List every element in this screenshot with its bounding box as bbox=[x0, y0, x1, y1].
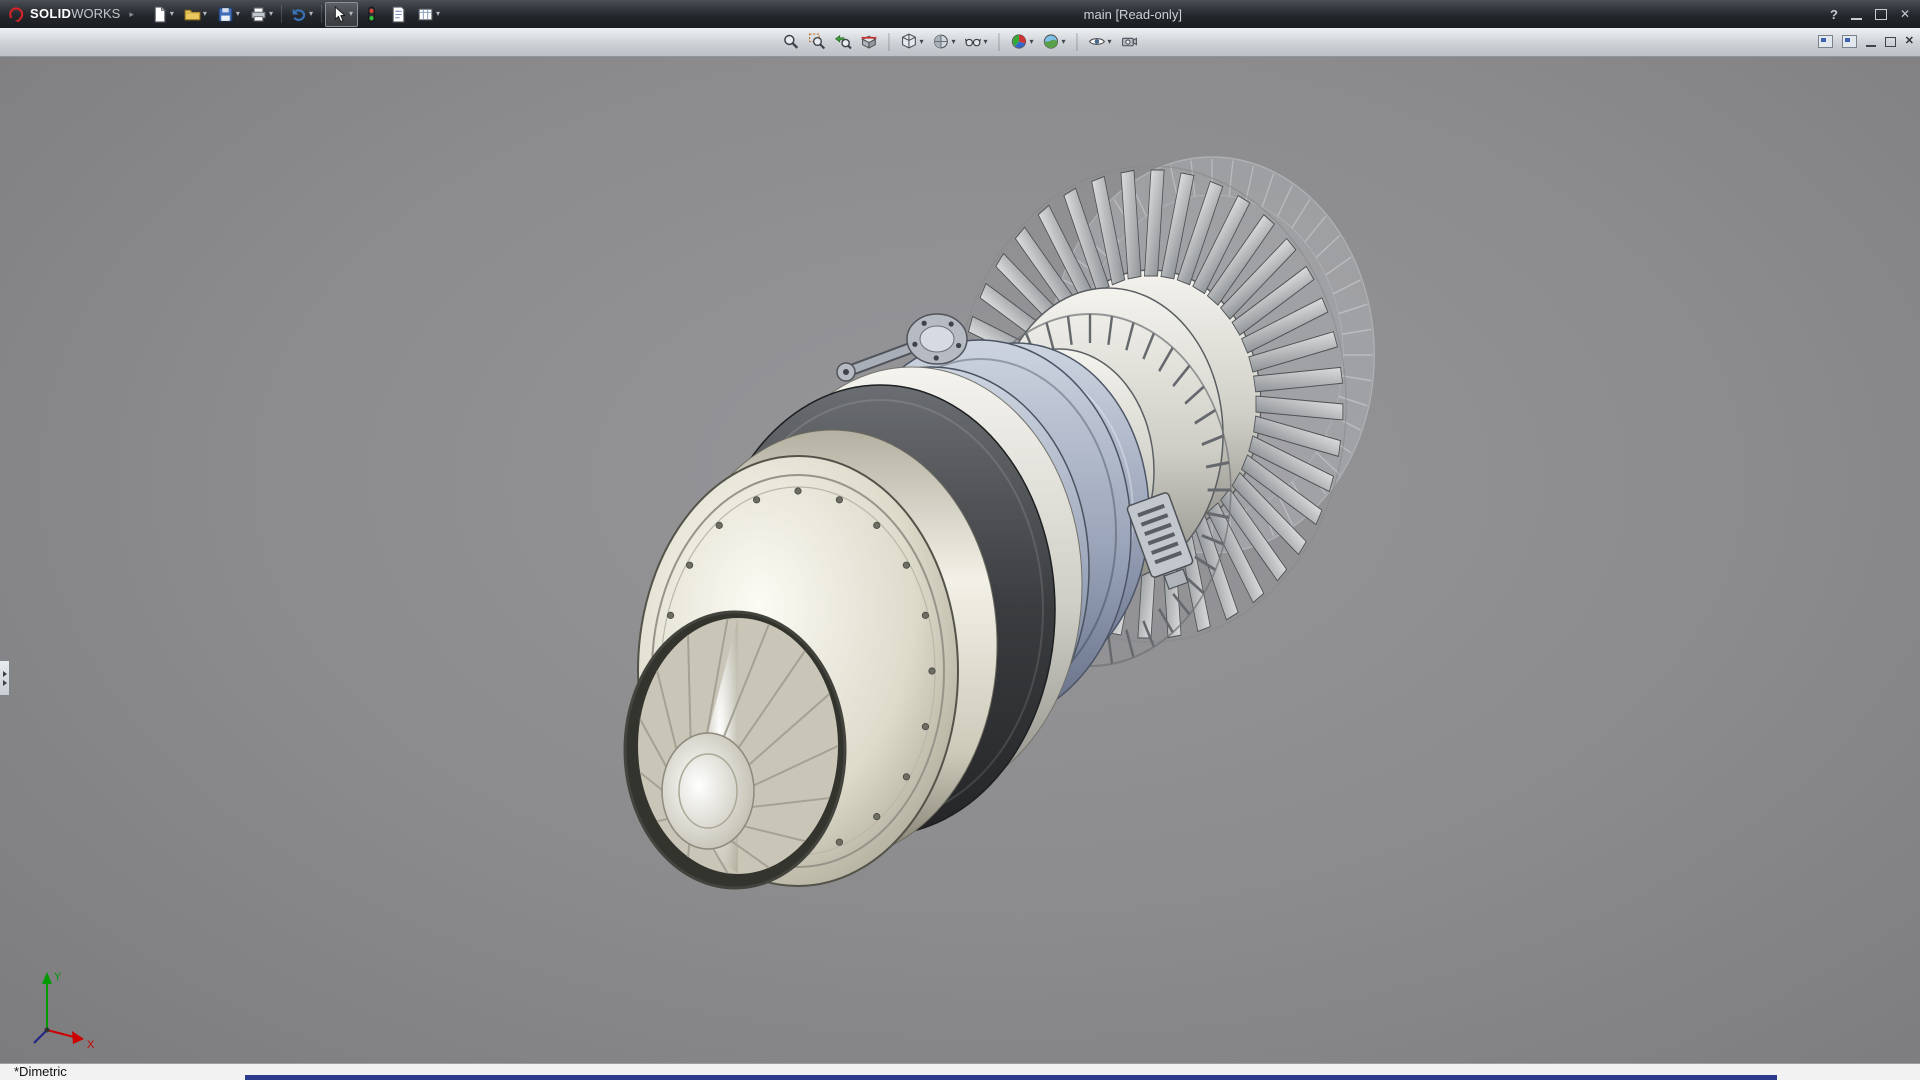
print-button[interactable]: ▾ bbox=[245, 2, 278, 27]
section-view-icon bbox=[860, 33, 877, 50]
hide-show-glasses-icon bbox=[964, 33, 981, 50]
dropdown-caret[interactable]: ▾ bbox=[203, 10, 207, 18]
viewport-scene: Y X bbox=[0, 56, 1920, 1064]
options-button[interactable]: ▾ bbox=[412, 2, 445, 27]
document-window-controls: ✕ bbox=[1818, 28, 1914, 55]
help-button[interactable]: ? bbox=[1830, 7, 1838, 22]
view-orientation-cube-icon bbox=[900, 33, 917, 50]
previous-view-icon bbox=[834, 33, 851, 50]
rebuild-stoplight-icon bbox=[363, 6, 380, 23]
hide-show-items-button[interactable]: ▾ bbox=[962, 31, 989, 52]
open-document-icon bbox=[184, 6, 201, 23]
section-view-button[interactable] bbox=[858, 31, 879, 52]
display-style-icon bbox=[932, 33, 949, 50]
triad-y-label: Y bbox=[54, 971, 62, 983]
dropdown-caret[interactable]: ▾ bbox=[170, 10, 174, 18]
view-settings-button[interactable]: ▾ bbox=[1087, 31, 1114, 52]
taskbar-strip bbox=[245, 1075, 1777, 1080]
file-properties-icon bbox=[390, 6, 407, 23]
jet-engine-3d-model[interactable] bbox=[625, 157, 1374, 888]
apply-scene-button[interactable]: ▾ bbox=[1041, 31, 1068, 52]
undo-icon bbox=[290, 6, 307, 23]
dropdown-caret[interactable]: ▾ bbox=[919, 38, 923, 46]
dropdown-caret[interactable]: ▾ bbox=[269, 10, 273, 18]
minimize-button[interactable] bbox=[1851, 8, 1862, 20]
triad-z-arrow bbox=[34, 1030, 47, 1043]
file-properties-button[interactable] bbox=[385, 2, 412, 27]
document-restore-button[interactable] bbox=[1885, 37, 1896, 47]
view-orientation-button[interactable]: ▾ bbox=[898, 31, 925, 52]
window-title: main [Read-only] bbox=[1084, 7, 1182, 22]
maximize-button[interactable] bbox=[1875, 9, 1887, 20]
zoom-to-fit-button[interactable] bbox=[780, 31, 801, 52]
dropdown-caret[interactable]: ▾ bbox=[951, 38, 955, 46]
close-button[interactable]: ✕ bbox=[1900, 8, 1910, 20]
view-orientation-name: *Dimetric bbox=[14, 1064, 67, 1080]
titlebar: SOLIDWORKS ▸ ▾ ▾ ▾ ▾ bbox=[0, 0, 1920, 28]
dropdown-caret[interactable]: ▾ bbox=[983, 38, 987, 46]
open-document-button[interactable]: ▾ bbox=[179, 2, 212, 27]
document-minimize-button[interactable] bbox=[1866, 36, 1876, 47]
edit-appearance-ball-icon bbox=[1011, 33, 1028, 50]
save-icon bbox=[217, 6, 234, 23]
dropdown-caret[interactable]: ▾ bbox=[236, 10, 240, 18]
orientation-triad: Y X bbox=[34, 971, 95, 1051]
brand-collapse-arrow[interactable]: ▸ bbox=[129, 9, 134, 20]
app-brand: SOLIDWORKS ▸ bbox=[0, 5, 146, 23]
heads-up-view-tools: ▾ ▾ ▾ ▾ bbox=[780, 28, 1139, 55]
graphics-viewport[interactable]: Y X bbox=[0, 56, 1920, 1064]
status-bar: *Dimetric bbox=[0, 1063, 1920, 1080]
new-document-button[interactable]: ▾ bbox=[146, 2, 179, 27]
toolbar-separator bbox=[1077, 33, 1078, 51]
new-document-icon bbox=[151, 6, 168, 23]
undo-button[interactable]: ▾ bbox=[285, 2, 318, 27]
feature-tree-splitter-handle[interactable] bbox=[0, 660, 10, 696]
dropdown-caret[interactable]: ▾ bbox=[309, 10, 313, 18]
select-cursor-icon bbox=[330, 6, 347, 23]
print-icon bbox=[250, 6, 267, 23]
previous-view-button[interactable] bbox=[832, 31, 853, 52]
tile-windows-icon[interactable] bbox=[1842, 35, 1857, 48]
toolbar-separator bbox=[888, 33, 889, 51]
dropdown-caret[interactable]: ▾ bbox=[436, 10, 440, 18]
toolbar-separator bbox=[321, 5, 322, 23]
camera-button[interactable] bbox=[1119, 31, 1140, 52]
triad-x-arrow bbox=[72, 1031, 84, 1044]
app-name: SOLIDWORKS bbox=[30, 5, 120, 23]
toolbar-separator bbox=[281, 5, 282, 23]
options-table-icon bbox=[417, 6, 434, 23]
view-toolbar: ▾ ▾ ▾ ▾ bbox=[0, 28, 1920, 57]
dropdown-caret[interactable]: ▾ bbox=[1062, 38, 1066, 46]
document-close-button[interactable]: ✕ bbox=[1905, 36, 1914, 47]
toolbar-separator bbox=[999, 33, 1000, 51]
zoom-to-area-icon bbox=[808, 33, 825, 50]
zoom-to-fit-icon bbox=[782, 33, 799, 50]
apply-scene-icon bbox=[1043, 33, 1060, 50]
dropdown-caret[interactable]: ▾ bbox=[1030, 38, 1034, 46]
window-controls: ? ✕ bbox=[1830, 7, 1920, 22]
view-settings-eye-icon bbox=[1089, 33, 1106, 50]
solidworks-logo-icon bbox=[8, 6, 25, 23]
triad-y-arrow bbox=[42, 972, 52, 984]
dropdown-caret[interactable]: ▾ bbox=[1108, 38, 1112, 46]
triad-x-label: X bbox=[87, 1039, 95, 1051]
save-button[interactable]: ▾ bbox=[212, 2, 245, 27]
new-window-icon[interactable] bbox=[1818, 35, 1833, 48]
display-style-button[interactable]: ▾ bbox=[930, 31, 957, 52]
select-tool-button[interactable]: ▾ bbox=[325, 2, 358, 27]
zoom-to-area-button[interactable] bbox=[806, 31, 827, 52]
dropdown-caret[interactable]: ▾ bbox=[349, 10, 353, 18]
camera-icon bbox=[1121, 33, 1138, 50]
edit-appearance-button[interactable]: ▾ bbox=[1009, 31, 1036, 52]
rebuild-stoplight-button[interactable] bbox=[358, 2, 385, 27]
